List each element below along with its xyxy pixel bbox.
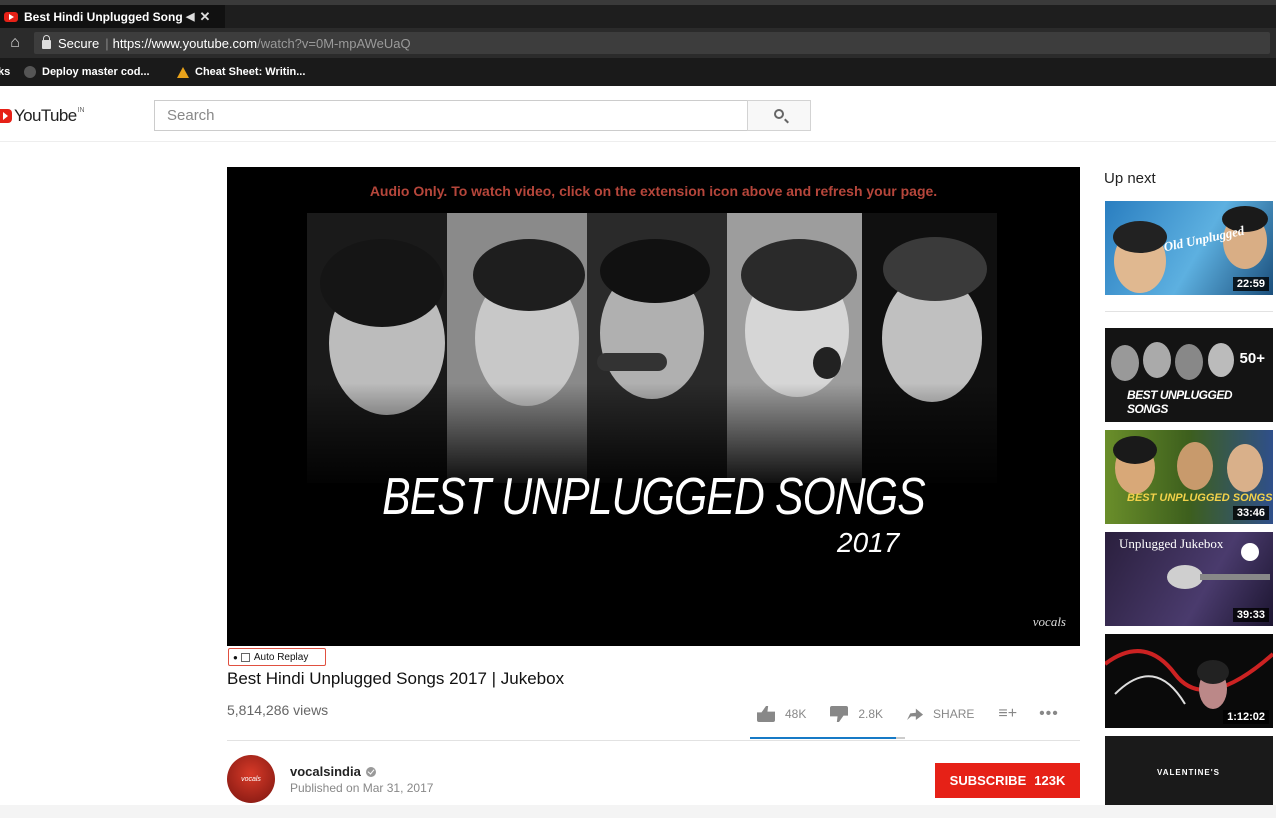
logo-region: IN [77, 106, 85, 114]
auto-replay-checkbox[interactable] [240, 652, 250, 662]
dislike-count: 2.8K [858, 707, 884, 721]
url-field[interactable]: Secure | https://www.youtube.com /watch?… [34, 32, 1270, 54]
share-icon [907, 708, 924, 720]
video-poster-image [307, 213, 997, 483]
share-button[interactable]: SHARE [907, 707, 974, 721]
up-next-thumbnail[interactable]: Unplugged Jukebox 39:33 [1105, 532, 1273, 626]
bookmark-label: ks [0, 66, 11, 78]
channel-avatar[interactable]: vocals [227, 755, 275, 803]
thumbnail-badge: 50+ [1239, 350, 1265, 367]
like-ratio-bar [750, 737, 896, 739]
thumbnail-caption: BEST UNPLUGGED SONGS [1127, 492, 1273, 504]
thumbnail-caption: BEST UNPLUGGED SONGS [1127, 388, 1233, 416]
publish-date: Published on Mar 31, 2017 [290, 781, 434, 795]
thumbs-down-icon [830, 706, 848, 722]
bullet-icon: ● [233, 652, 238, 662]
share-label: SHARE [933, 707, 975, 721]
youtube-favicon-icon [4, 11, 18, 22]
browser-tab[interactable]: Best Hindi Unplugged Song ◀ ✕ [0, 5, 225, 28]
logo-text: YouTube [14, 106, 77, 125]
up-next-thumbnail[interactable]: 1:12:02 [1105, 634, 1273, 728]
video-duration: 39:33 [1232, 608, 1269, 622]
url-path: /watch?v=0M-mpAWeUaQ [257, 35, 411, 51]
like-button[interactable]: 48K [757, 706, 806, 722]
video-duration: 22:59 [1232, 277, 1269, 291]
bookmark-item[interactable]: Deploy master cod... [24, 66, 150, 78]
channel-name[interactable]: vocalsindia [290, 764, 376, 779]
bookmark-item[interactable]: ks [0, 66, 10, 78]
video-duration: 33:46 [1232, 506, 1269, 520]
github-icon [24, 66, 36, 78]
page-bottom [0, 805, 1276, 818]
video-actions: 48K 2.8K SHARE ≡+ ••• [757, 704, 1059, 724]
up-next-thumbnail[interactable]: BEST UNPLUGGED SONGS 33:46 [1105, 430, 1273, 524]
audio-only-notice: Audio Only. To watch video, click on the… [369, 183, 938, 199]
home-icon[interactable]: ⌂ [6, 34, 24, 52]
add-to-playlist-icon[interactable]: ≡+ [998, 705, 1017, 723]
close-tab-icon[interactable]: ✕ [199, 9, 210, 25]
like-count: 48K [785, 707, 807, 721]
video-title: Best Hindi Unplugged Songs 2017 | Jukebo… [227, 669, 565, 688]
search-button[interactable] [747, 100, 811, 131]
dislike-ratio-bar [896, 737, 905, 739]
search-input[interactable]: Search [154, 100, 748, 131]
speaker-icon[interactable]: ◀ [186, 10, 194, 23]
thumbnail-caption: Unplugged Jukebox [1119, 536, 1224, 551]
browser-addressbar: ⌂ Secure | https://www.youtube.com /watc… [0, 28, 1276, 58]
subscriber-count: 123K [1034, 773, 1066, 788]
video-player[interactable]: Audio Only. To watch video, click on the… [227, 167, 1080, 646]
bookmarks-bar: ks Deploy master cod... Cheat Sheet: Wri… [0, 58, 1276, 86]
view-count: 5,814,286 views [227, 702, 329, 718]
secure-label: Secure [58, 35, 100, 51]
auto-replay-toggle[interactable]: ● Auto Replay [228, 648, 326, 666]
url-separator: | [105, 35, 109, 51]
dislike-button[interactable]: 2.8K [830, 706, 883, 722]
lock-icon [42, 34, 51, 49]
auto-replay-label: Auto Replay [253, 651, 309, 663]
youtube-logo[interactable]: YouTube IN [0, 106, 85, 126]
divider [227, 740, 1080, 741]
subscribe-label: SUBSCRIBE [949, 773, 1027, 788]
more-options-icon[interactable]: ••• [1039, 705, 1059, 723]
search-icon [774, 109, 784, 119]
up-next-thumbnail[interactable]: 50+ BEST UNPLUGGED SONGS [1105, 328, 1273, 422]
url-host: https://www.youtube.com [112, 35, 258, 51]
video-duration: 1:12:02 [1223, 710, 1269, 724]
channel-name-label: vocalsindia [290, 764, 361, 779]
youtube-play-icon [0, 109, 12, 123]
verified-icon [365, 766, 376, 777]
up-next-heading: Up next [1104, 170, 1156, 187]
up-next-thumbnail[interactable]: Old Unplugged 22:59 [1105, 201, 1273, 295]
page: Best Hindi Unplugged Song ◀ ✕ ⌂ Secure |… [0, 0, 1276, 818]
subscribe-button[interactable]: SUBSCRIBE 123K [935, 763, 1080, 798]
thumbs-up-icon [757, 706, 775, 722]
channel-watermark: vocals [1032, 614, 1066, 629]
bookmark-label: Cheat Sheet: Writin... [195, 66, 306, 78]
browser-tabbar: Best Hindi Unplugged Song ◀ ✕ [0, 0, 1276, 28]
overlay-title: BEST UNPLUGGED SONGS [382, 468, 926, 526]
bookmark-favicon-icon [177, 66, 189, 78]
bookmark-item[interactable]: Cheat Sheet: Writin... [177, 66, 305, 78]
youtube-header: YouTube IN Search [0, 86, 1276, 142]
overlay-year: 2017 [837, 527, 900, 558]
thumbnail-caption: VALENTINE'S [1157, 768, 1220, 777]
divider [1105, 311, 1273, 312]
bookmark-label: Deploy master cod... [42, 66, 150, 78]
tab-title: Best Hindi Unplugged Song [24, 9, 182, 24]
